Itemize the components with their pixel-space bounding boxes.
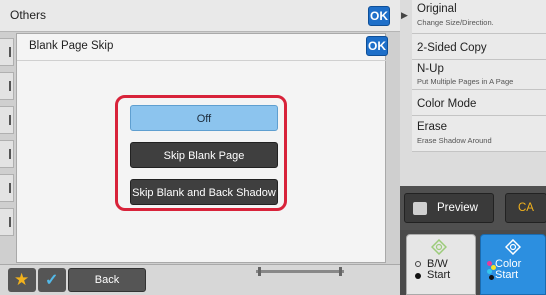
right-item-erase[interactable]: Erase Erase Shadow Around xyxy=(412,116,546,152)
start-diamond-icon xyxy=(431,239,447,255)
left-tab[interactable] xyxy=(0,140,14,168)
right-item-n-up[interactable]: N-Up Put Multiple Pages in A Page xyxy=(412,60,546,90)
copier-screen: Others OK Blank Page Skip OK Off Skip Bl… xyxy=(0,0,546,295)
checkmark-icon: ✓ xyxy=(45,272,59,289)
color-start-label: Color Start xyxy=(495,259,521,281)
option-off-button[interactable]: Off xyxy=(130,105,278,131)
right-item-sub: Change Size/Direction. xyxy=(417,18,494,27)
left-tab[interactable] xyxy=(0,208,14,236)
bottom-bar: ★ ✓ Back xyxy=(0,264,400,295)
others-ok-button[interactable]: OK xyxy=(368,6,390,26)
preview-label: Preview xyxy=(437,202,478,214)
left-tab[interactable] xyxy=(0,72,14,100)
others-header: Others OK xyxy=(0,0,400,32)
bw-start-line2: Start xyxy=(427,269,451,281)
left-tab[interactable] xyxy=(0,174,14,202)
right-item-label: Erase xyxy=(417,121,448,133)
right-item-sub: Erase Shadow Around xyxy=(417,136,492,145)
color-start-line2: Start xyxy=(495,269,519,281)
preview-button[interactable]: Preview xyxy=(404,193,494,223)
bw-filled-dot xyxy=(415,273,421,279)
bw-start-label: B/W Start xyxy=(427,259,450,281)
preview-icon xyxy=(413,202,427,215)
right-item-label: Color Mode xyxy=(417,98,477,110)
page-indicator xyxy=(256,267,344,277)
favorite-button[interactable]: ★ xyxy=(8,268,36,292)
page-indicator-left-cap xyxy=(258,267,261,276)
right-item-label: 2-Sided Copy xyxy=(417,42,487,54)
black-dot xyxy=(489,275,494,280)
color-start-button[interactable]: Color Start xyxy=(480,234,546,295)
dialog-divider xyxy=(17,60,387,61)
left-tab[interactable] xyxy=(0,106,14,134)
blank-page-skip-dialog: Blank Page Skip OK Off Skip Blank Page S… xyxy=(16,33,388,263)
bw-outline-dot xyxy=(415,261,421,267)
others-title: Others xyxy=(10,8,47,22)
star-icon: ★ xyxy=(14,270,30,289)
left-tab[interactable] xyxy=(0,38,14,66)
bw-start-button[interactable]: B/W Start xyxy=(406,234,476,295)
options-highlight: Off Skip Blank Page Skip Blank and Back … xyxy=(115,95,287,211)
back-button[interactable]: Back xyxy=(68,268,146,292)
cyan-dot xyxy=(487,269,492,274)
checkmark-button[interactable]: ✓ xyxy=(38,268,66,292)
right-item-color-mode[interactable]: Color Mode xyxy=(412,90,546,116)
right-item-original[interactable]: Original Change Size/Direction. xyxy=(412,0,546,34)
option-skip-blank-page-button[interactable]: Skip Blank Page xyxy=(130,142,278,168)
right-item-sub: Put Multiple Pages in A Page xyxy=(417,77,514,86)
option-skip-blank-and-back-shadow-button[interactable]: Skip Blank and Back Shadow xyxy=(130,179,278,205)
left-tab-strip xyxy=(0,34,14,264)
dialog-ok-button[interactable]: OK xyxy=(366,36,388,56)
page-indicator-right-cap xyxy=(339,267,342,276)
right-item-label: N-Up xyxy=(417,63,444,75)
right-item-label: Original xyxy=(417,3,457,15)
page-indicator-track xyxy=(256,270,344,273)
start-diamond-icon xyxy=(505,239,521,255)
right-item-2-sided-copy[interactable]: 2-Sided Copy xyxy=(412,34,546,60)
ca-button[interactable]: CA xyxy=(505,193,546,223)
dialog-title: Blank Page Skip xyxy=(29,40,114,52)
